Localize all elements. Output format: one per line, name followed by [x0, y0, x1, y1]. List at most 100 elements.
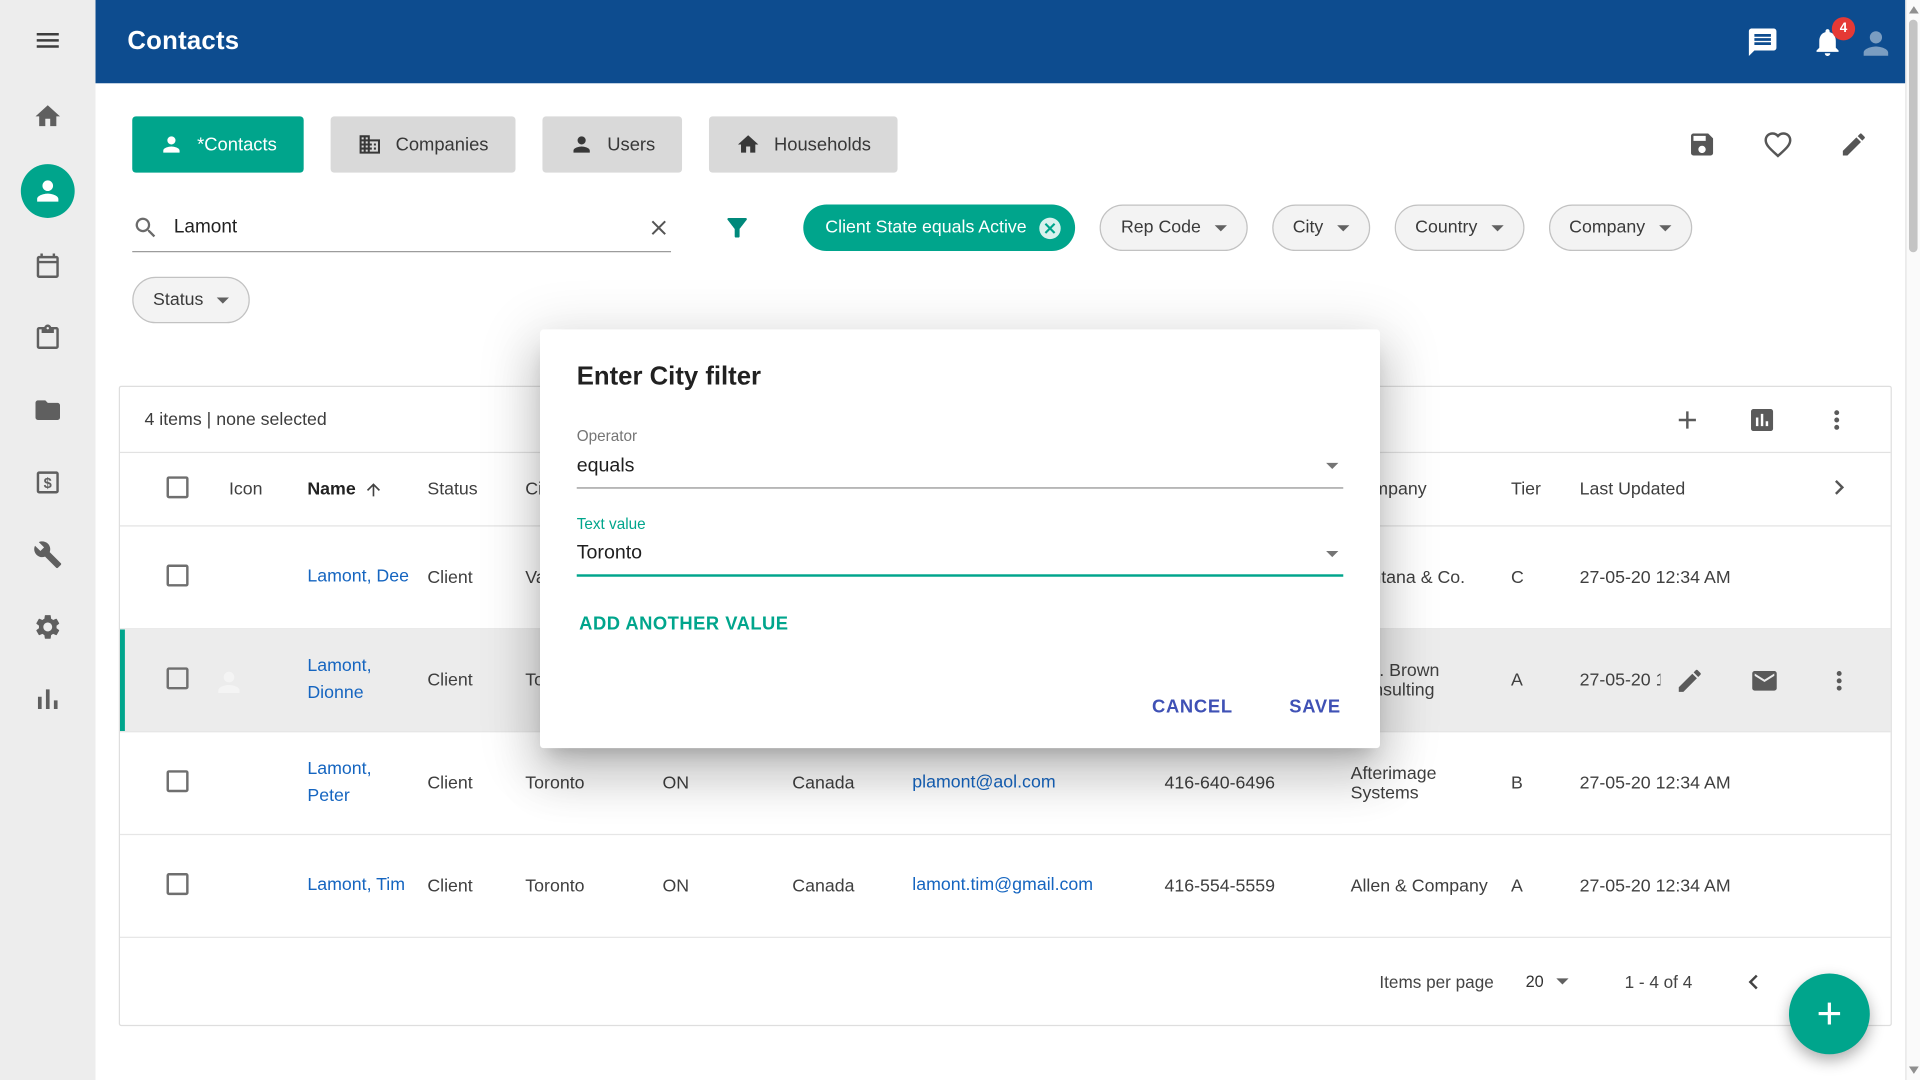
- city-filter-dialog: Enter City filter Operator equals Text v…: [540, 329, 1380, 748]
- add-another-value-button[interactable]: ADD ANOTHER VALUE: [577, 611, 791, 637]
- person-icon: [569, 132, 593, 156]
- sidebar-item-tools[interactable]: [23, 530, 72, 579]
- contact-name-link[interactable]: Lamont, Dionne: [307, 654, 411, 707]
- text-value-select[interactable]: Toronto: [577, 533, 1344, 577]
- chip-label: Company: [1569, 218, 1645, 238]
- save-button[interactable]: SAVE: [1277, 686, 1353, 729]
- send-email-button[interactable]: [1750, 666, 1779, 695]
- contact-name-link[interactable]: Lamont, Dee: [307, 564, 409, 591]
- tab-users[interactable]: Users: [542, 116, 682, 172]
- scroll-up-arrow-icon[interactable]: [1909, 6, 1919, 13]
- chevron-right-icon: [1824, 472, 1853, 501]
- app-header: Contacts 4: [96, 0, 1906, 83]
- save-view-button[interactable]: [1687, 130, 1716, 159]
- cell-status: Client: [411, 568, 509, 588]
- contact-name-link[interactable]: Lamont, Peter: [307, 756, 411, 809]
- menu-button[interactable]: [33, 26, 62, 55]
- sidebar-item-tasks[interactable]: [23, 313, 72, 362]
- add-column-button[interactable]: [1673, 405, 1702, 434]
- chart-view-button[interactable]: [1747, 405, 1776, 434]
- add-record-fab[interactable]: +: [1789, 973, 1870, 1054]
- tab-contacts[interactable]: *Contacts: [132, 116, 303, 172]
- edit-record-button[interactable]: [1675, 666, 1704, 695]
- page-size-value: 20: [1526, 972, 1544, 990]
- column-header-status[interactable]: Status: [411, 479, 509, 499]
- operator-select[interactable]: equals: [577, 444, 1344, 488]
- sidebar-item-calendar[interactable]: [23, 241, 72, 290]
- page-size-select[interactable]: 20: [1526, 972, 1569, 990]
- clear-search-button[interactable]: [647, 215, 671, 239]
- table-row[interactable]: Lamont, Tim Client Toronto ON Canada lam…: [120, 835, 1891, 938]
- chevron-down-icon: [1326, 463, 1338, 469]
- column-header-last-updated[interactable]: Last Updated: [1564, 479, 1748, 499]
- contact-name-link[interactable]: Lamont, Tim: [307, 873, 405, 900]
- search-input[interactable]: [174, 216, 632, 238]
- cell-province: ON: [647, 773, 777, 793]
- chevron-down-icon: [1337, 225, 1349, 231]
- chevron-down-icon: [1491, 225, 1503, 231]
- notifications-button[interactable]: 4: [1811, 25, 1844, 58]
- filter-button[interactable]: [722, 213, 751, 242]
- column-header-tier[interactable]: Tier: [1495, 479, 1564, 499]
- funnel-icon: [722, 213, 751, 242]
- email-link[interactable]: lamont.tim@gmail.com: [912, 873, 1093, 900]
- sidebar-item-documents[interactable]: [23, 386, 72, 435]
- row-checkbox[interactable]: [167, 770, 189, 792]
- email-icon: [1750, 666, 1779, 695]
- previous-page-button[interactable]: [1739, 967, 1768, 996]
- row-checkbox[interactable]: [167, 564, 189, 586]
- home-icon: [736, 132, 760, 156]
- sidebar-item-contacts[interactable]: [21, 164, 75, 218]
- filter-chip-company[interactable]: Company: [1548, 204, 1691, 251]
- applied-filter-chip[interactable]: Client State equals Active: [803, 204, 1075, 251]
- tab-households[interactable]: Households: [709, 116, 898, 172]
- scrollbar[interactable]: [1905, 0, 1920, 1080]
- home-icon: [33, 102, 62, 131]
- favorite-button[interactable]: [1763, 130, 1792, 159]
- kebab-icon: [1824, 666, 1853, 695]
- scroll-down-arrow-icon[interactable]: [1909, 1067, 1919, 1074]
- row-checkbox[interactable]: [167, 872, 189, 894]
- sidebar-item-home[interactable]: [23, 92, 72, 141]
- filter-chip-city[interactable]: City: [1272, 204, 1370, 251]
- page-range: 1 - 4 of 4: [1625, 972, 1693, 992]
- edit-view-button[interactable]: [1839, 130, 1868, 159]
- sidebar-item-reports[interactable]: [23, 675, 72, 724]
- scroll-columns-right-button[interactable]: [1824, 472, 1853, 501]
- more-options-button[interactable]: [1822, 405, 1851, 434]
- remove-filter-icon[interactable]: [1038, 215, 1064, 241]
- cell-tier: A: [1495, 670, 1564, 690]
- chevron-down-icon: [1214, 225, 1226, 231]
- filter-chip-country[interactable]: Country: [1394, 204, 1524, 251]
- close-icon: [647, 215, 671, 239]
- column-header-icon[interactable]: Icon: [213, 479, 291, 499]
- filter-chip-status[interactable]: Status: [132, 277, 250, 324]
- sidebar-item-settings[interactable]: [23, 602, 72, 651]
- entity-tabs-row: *Contacts Companies Users Households: [132, 116, 1868, 172]
- cell-last-updated: 27-05-20 12:34 AM: [1564, 568, 1748, 588]
- operator-label: Operator: [577, 427, 1344, 444]
- scrollbar-thumb[interactable]: [1909, 20, 1918, 253]
- sort-ascending-icon: [363, 479, 383, 499]
- chat-button[interactable]: [1746, 25, 1779, 58]
- column-header-name[interactable]: Name: [291, 479, 411, 499]
- dialog-actions: CANCEL SAVE: [1140, 686, 1353, 729]
- paginator: Items per page 20 1 - 4 of 4: [120, 938, 1891, 1025]
- sidebar-item-billing[interactable]: $: [23, 458, 72, 507]
- row-checkbox[interactable]: [167, 667, 189, 689]
- chip-label: Status: [153, 290, 203, 310]
- email-link[interactable]: plamont@aol.com: [912, 770, 1055, 797]
- cell-company: Afterimage Systems: [1335, 763, 1495, 802]
- tab-companies[interactable]: Companies: [331, 116, 516, 172]
- cancel-button[interactable]: CANCEL: [1140, 686, 1245, 729]
- chevron-down-icon: [1556, 978, 1568, 984]
- edit-icon: [1839, 130, 1868, 159]
- page-title: Contacts: [127, 27, 239, 56]
- cell-country: Canada: [776, 773, 896, 793]
- filter-chip-rep-code[interactable]: Rep Code: [1100, 204, 1247, 251]
- chevron-down-icon: [1659, 225, 1671, 231]
- chat-icon: [1746, 25, 1779, 58]
- dialog-title: Enter City filter: [577, 359, 1344, 396]
- row-more-button[interactable]: [1824, 666, 1853, 695]
- select-all-checkbox[interactable]: [167, 476, 189, 498]
